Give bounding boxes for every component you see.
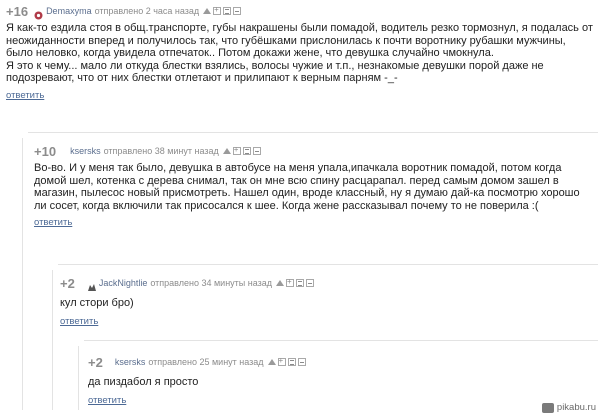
comment-header: +2 JackNightlie отправлено 34 минуты наз… <box>60 275 590 291</box>
comment-1: +16 Demaxyma отправлено 2 часа назад Я к… <box>6 3 594 103</box>
comment-text: Во-во. И у меня так было, девушка в авто… <box>34 162 580 212</box>
collapse-icon[interactable] <box>233 7 242 15</box>
parent-arrow-icon[interactable] <box>222 148 231 154</box>
thread-icon[interactable] <box>287 358 296 366</box>
thread-icon[interactable] <box>296 279 305 287</box>
comment-2: +10 ksersks отправлено 38 минут назад Во… <box>34 143 594 230</box>
watermark: pikabu.ru <box>541 402 596 413</box>
divider <box>28 132 598 133</box>
collapse-icon[interactable] <box>297 358 306 366</box>
comment-header: +10 ksersks отправлено 38 минут назад <box>34 143 594 159</box>
reply-link[interactable]: ответить <box>34 217 72 228</box>
expand-icon[interactable] <box>232 145 241 155</box>
comment-rating: +16 <box>6 3 29 19</box>
comment-text: Я как-то ездила стоя в общ.транспорте, г… <box>6 22 594 85</box>
thread-line <box>52 270 53 410</box>
comment-rating: +2 <box>60 275 75 291</box>
user-avatar-icon <box>87 279 96 291</box>
thread-line <box>22 138 23 410</box>
parent-arrow-icon[interactable] <box>203 8 212 14</box>
comment-timestamp: отправлено 25 минут назад <box>148 357 264 367</box>
collapse-icon[interactable] <box>306 279 315 287</box>
comment-username[interactable]: ksersks <box>115 357 146 367</box>
parent-arrow-icon[interactable] <box>267 359 276 365</box>
comment-text: кул стори бро) <box>60 297 134 309</box>
divider <box>58 264 598 265</box>
comment-username[interactable]: JackNightlie <box>99 278 148 288</box>
reply-link[interactable]: ответить <box>6 90 44 101</box>
comment-timestamp: отправлено 38 минут назад <box>103 146 219 156</box>
pikabu-logo-icon <box>541 402 554 413</box>
comment-actions <box>267 356 306 366</box>
comment-timestamp: отправлено 2 часа назад <box>94 6 200 16</box>
divider <box>84 340 598 341</box>
comment-paragraph: Я как-то ездила стоя в общ.транспорте, г… <box>6 22 593 60</box>
reply-link[interactable]: ответить <box>88 395 126 406</box>
comment-paragraph: Я это к чему... мало ли откуда блестки в… <box>6 59 544 85</box>
expand-icon[interactable] <box>213 5 222 15</box>
comment-header: +16 Demaxyma отправлено 2 часа назад <box>6 3 594 19</box>
comment-rating: +10 <box>34 143 57 159</box>
watermark-text: pikabu.ru <box>556 402 596 413</box>
comment-4: +2 ksersks отправлено 25 минут назад да … <box>88 354 588 408</box>
user-avatar-icon <box>34 7 43 19</box>
comment-3: +2 JackNightlie отправлено 34 минуты наз… <box>60 275 590 329</box>
thread-icon[interactable] <box>242 147 251 155</box>
comment-timestamp: отправлено 34 минуты назад <box>150 278 273 288</box>
comment-username[interactable]: ksersks <box>70 146 101 156</box>
expand-icon[interactable] <box>277 356 286 366</box>
comment-text: да пиздабол я просто <box>88 376 199 388</box>
parent-arrow-icon[interactable] <box>276 280 285 286</box>
comment-header: +2 ksersks отправлено 25 минут назад <box>88 354 588 370</box>
collapse-icon[interactable] <box>252 147 261 155</box>
comment-actions <box>203 5 242 15</box>
comment-username[interactable]: Demaxyma <box>46 6 92 16</box>
thread-line <box>78 346 79 410</box>
comment-actions <box>222 145 261 155</box>
reply-link[interactable]: ответить <box>60 316 98 327</box>
comment-actions <box>276 277 315 287</box>
thread-icon[interactable] <box>223 7 232 15</box>
comment-rating: +2 <box>88 354 103 370</box>
expand-icon[interactable] <box>286 277 295 287</box>
